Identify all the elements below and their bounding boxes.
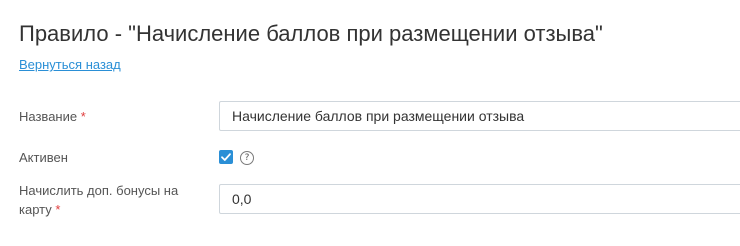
bonus-label: Начислить доп. бонусы на карту *	[19, 181, 199, 219]
question-circle-icon[interactable]: ?	[240, 151, 254, 165]
checkmark-icon	[221, 153, 231, 161]
required-mark: *	[55, 202, 61, 217]
name-label: Название *	[19, 107, 86, 126]
active-checkbox[interactable]	[219, 150, 233, 164]
bonus-input[interactable]: 0,0	[219, 184, 740, 214]
name-input[interactable]: Начисление баллов при размещении отзыва	[219, 101, 740, 131]
required-mark: *	[80, 109, 86, 124]
page-title: Правило - "Начисление баллов при размеще…	[19, 21, 603, 46]
back-link[interactable]: Вернуться назад	[19, 56, 121, 74]
active-label: Активен	[19, 150, 68, 165]
bonus-label-text: Начислить доп. бонусы на карту	[19, 183, 179, 217]
rule-edit-page: Правило - "Начисление баллов при размеще…	[0, 0, 740, 246]
name-label-text: Название	[19, 109, 78, 124]
